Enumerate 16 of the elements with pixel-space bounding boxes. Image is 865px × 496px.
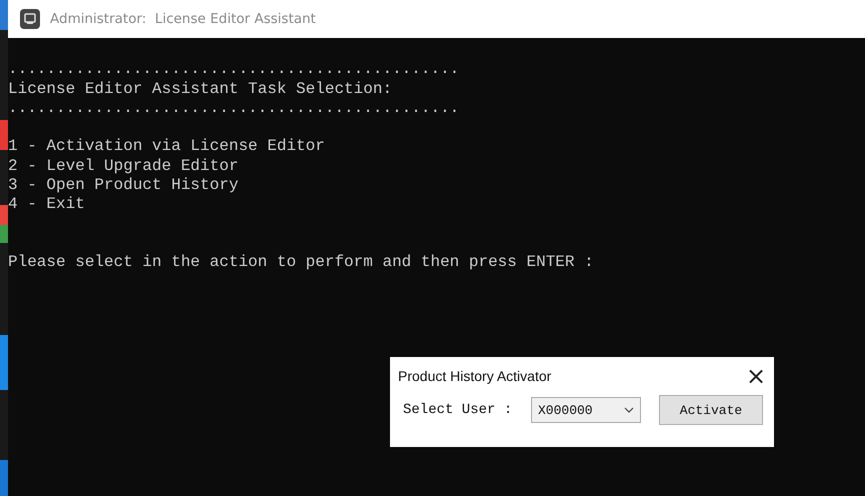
console-line: 1 - Activation via License Editor <box>8 137 326 157</box>
activate-button[interactable]: Activate <box>659 395 763 425</box>
console-line: ............................................... <box>8 60 460 80</box>
window-title: Administrator: License Editor Assistant <box>50 11 316 27</box>
console-line: 3 - Open Product History <box>8 176 240 196</box>
user-dropdown[interactable]: X000000 <box>531 397 641 423</box>
console-line: ............................................... <box>8 98 460 118</box>
console-icon <box>20 9 40 29</box>
console-line: 4 - Exit <box>8 195 86 215</box>
caret-icon <box>624 407 634 413</box>
field-label: Select User : <box>403 402 514 418</box>
close-button[interactable]: × <box>738 359 774 393</box>
console-line: 2 - Level Upgrade Editor <box>8 156 240 176</box>
console-line: Please select in the action to perform and then press ENTER : <box>8 253 595 273</box>
dialog-title: Product History Activator <box>398 368 552 384</box>
console-line: License Editor Assistant Task Selection: <box>8 80 394 99</box>
